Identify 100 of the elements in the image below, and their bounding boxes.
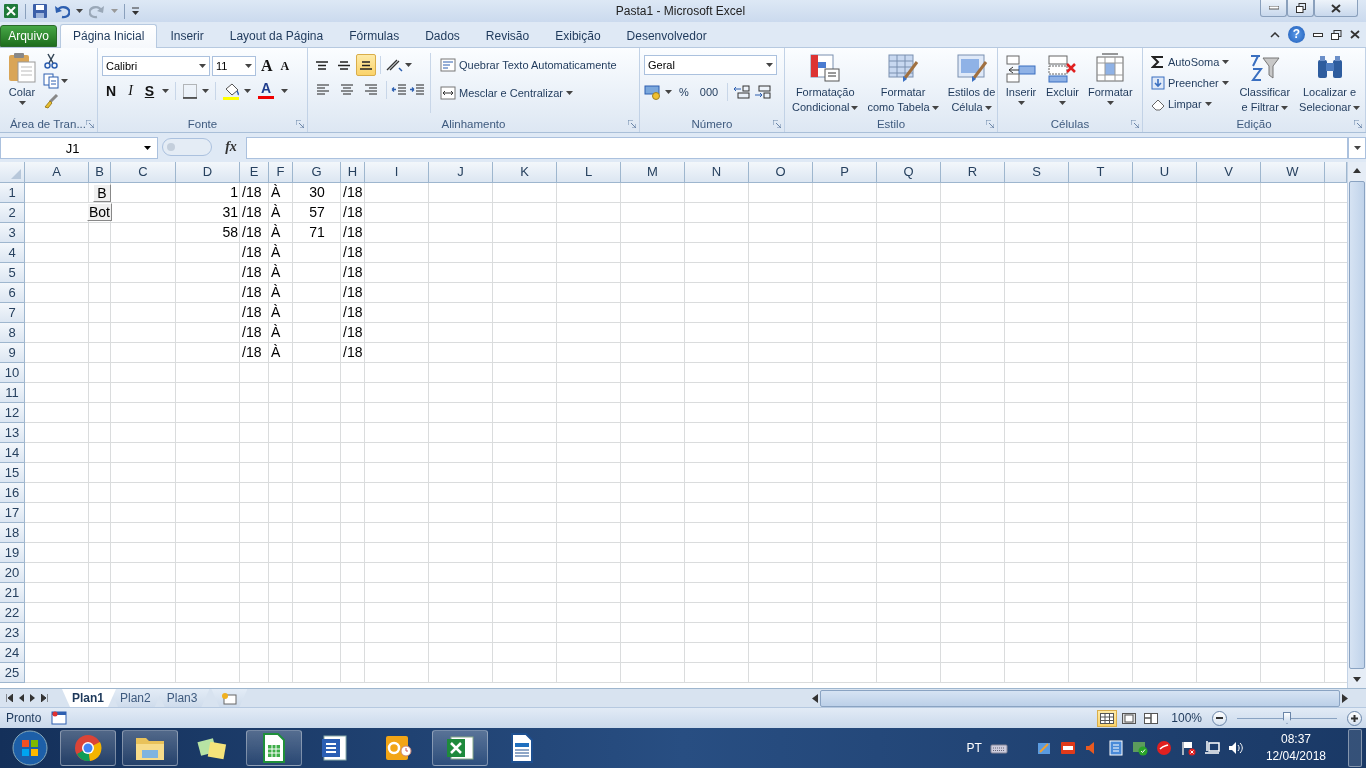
collapse-ribbon-icon[interactable] [1270,31,1280,38]
clock-date[interactable]: 12/04/2018 [1265,748,1326,765]
check-icon[interactable] [1131,740,1148,756]
caret-icon[interactable] [244,89,252,93]
copy-icon[interactable] [43,73,59,89]
row-header[interactable]: 20 [0,563,25,583]
caret-icon[interactable] [18,101,26,105]
number-format-field[interactable]: Geral [644,55,777,75]
record-macro-icon[interactable] [51,711,68,725]
ribbon-tab[interactable]: Desenvolvedor [613,24,720,47]
tray-app-icon[interactable] [1107,740,1124,756]
dialog-launcher-icon[interactable] [986,119,994,128]
scroll-right-icon[interactable] [1342,693,1348,703]
scroll-left-icon[interactable] [812,693,818,703]
cut-icon[interactable] [43,53,59,69]
font-size-field[interactable]: 11 [212,56,256,76]
row-header[interactable]: 8 [0,323,25,343]
row-header[interactable]: 6 [0,283,25,303]
cells-button[interactable]: Formatar [1085,51,1136,115]
restore-button[interactable] [1287,0,1314,17]
row-header[interactable]: 7 [0,303,25,323]
excel-icon[interactable] [445,733,475,763]
chrome-icon[interactable] [73,733,103,763]
column-header[interactable]: Q [877,162,941,183]
column-header[interactable]: I [365,162,429,183]
column-header[interactable]: C [111,162,176,183]
formula-bar-grip-icon[interactable] [162,138,212,156]
insert-cells-icon[interactable] [1005,52,1037,84]
merge-center-button[interactable]: Mesclar e Centralizar [436,82,621,104]
dialog-launcher-icon[interactable] [86,119,94,128]
zoom-slider[interactable] [1237,711,1337,725]
shrink-font-button[interactable]: A [277,55,293,77]
row-header[interactable]: 14 [0,443,25,463]
editing-button[interactable]: Classificar e Filtrar [1236,51,1294,115]
caret-icon[interactable] [245,64,252,68]
minimize-icon[interactable] [1313,32,1323,37]
column-header[interactable]: K [493,162,557,183]
row-header[interactable]: 12 [0,403,25,423]
underline-button[interactable]: S [140,80,159,102]
ribbon-tab[interactable]: Dados [412,24,473,47]
column-header[interactable]: U [1133,162,1197,183]
paste-button[interactable]: Colar [4,51,40,115]
grow-font-button[interactable]: A [258,55,276,77]
format-painter-icon[interactable] [43,93,59,109]
delete-cells-icon[interactable] [1046,52,1079,84]
caret-icon[interactable] [851,105,859,110]
volume-icon[interactable] [1227,740,1244,756]
thousands-button[interactable]: 000 [695,81,723,103]
taskbar-app[interactable] [246,730,302,766]
first-sheet-icon[interactable] [6,694,13,702]
sigma-icon[interactable] [1151,54,1165,69]
editing-button[interactable]: Localizar e Selecionar [1296,51,1364,115]
row-header[interactable]: 23 [0,623,25,643]
excel-logo-icon[interactable] [3,3,19,19]
caret-icon[interactable] [1221,81,1229,85]
scrollbar-thumb[interactable] [1349,181,1365,669]
decrease-decimal-icon[interactable] [754,84,773,100]
column-header[interactable]: R [941,162,1005,183]
ribbon-tab[interactable]: Inserir [157,24,217,47]
network-icon[interactable] [1203,740,1220,756]
name-box[interactable]: J1 [0,137,158,159]
row-header[interactable]: 4 [0,243,25,263]
form-button[interactable]: B [93,184,111,202]
column-header[interactable]: E [240,162,269,183]
caret-icon[interactable] [199,64,206,68]
row-header[interactable]: 13 [0,423,25,443]
caret-icon[interactable] [984,105,992,110]
style-button[interactable]: Formatar como Tabela [864,51,942,115]
increase-indent-icon[interactable] [409,83,425,97]
caret-icon[interactable] [766,63,773,67]
cells-button[interactable]: Excluir [1043,51,1082,115]
row-header[interactable]: 18 [0,523,25,543]
caret-icon[interactable] [1222,59,1230,64]
insert-function-button[interactable]: fx [216,137,246,159]
outlook-icon[interactable] [383,733,413,763]
caret-icon[interactable] [665,90,672,94]
editing-button[interactable]: Limpar [1147,93,1234,115]
table-brush-icon[interactable] [887,52,920,84]
style-button[interactable]: Formatação Condicional [789,51,862,115]
row-header[interactable]: 21 [0,583,25,603]
column-header[interactable]: N [685,162,749,183]
column-header[interactable]: P [813,162,877,183]
flag-error-icon[interactable] [1179,740,1196,756]
dialog-launcher-icon[interactable] [773,119,781,128]
restore-icon[interactable] [1331,29,1342,40]
row-header[interactable]: 22 [0,603,25,623]
taskbar-app[interactable] [60,730,116,766]
caret-icon[interactable] [1204,102,1212,107]
sheet-tab[interactable]: Plan1 [62,689,116,707]
fill-down-icon[interactable] [1151,76,1165,90]
editing-button[interactable]: Preencher [1147,72,1234,94]
caret-icon[interactable] [1017,101,1025,105]
close-button[interactable] [1314,0,1358,17]
row-header[interactable]: 1 [0,183,25,203]
clock-time[interactable]: 08:37 [1280,731,1311,748]
editing-button[interactable]: AutoSoma [1147,51,1234,73]
caret-icon[interactable] [281,89,289,93]
italic-button[interactable]: I [124,80,137,102]
column-header[interactable]: T [1069,162,1133,183]
caret-icon[interactable] [144,146,151,150]
